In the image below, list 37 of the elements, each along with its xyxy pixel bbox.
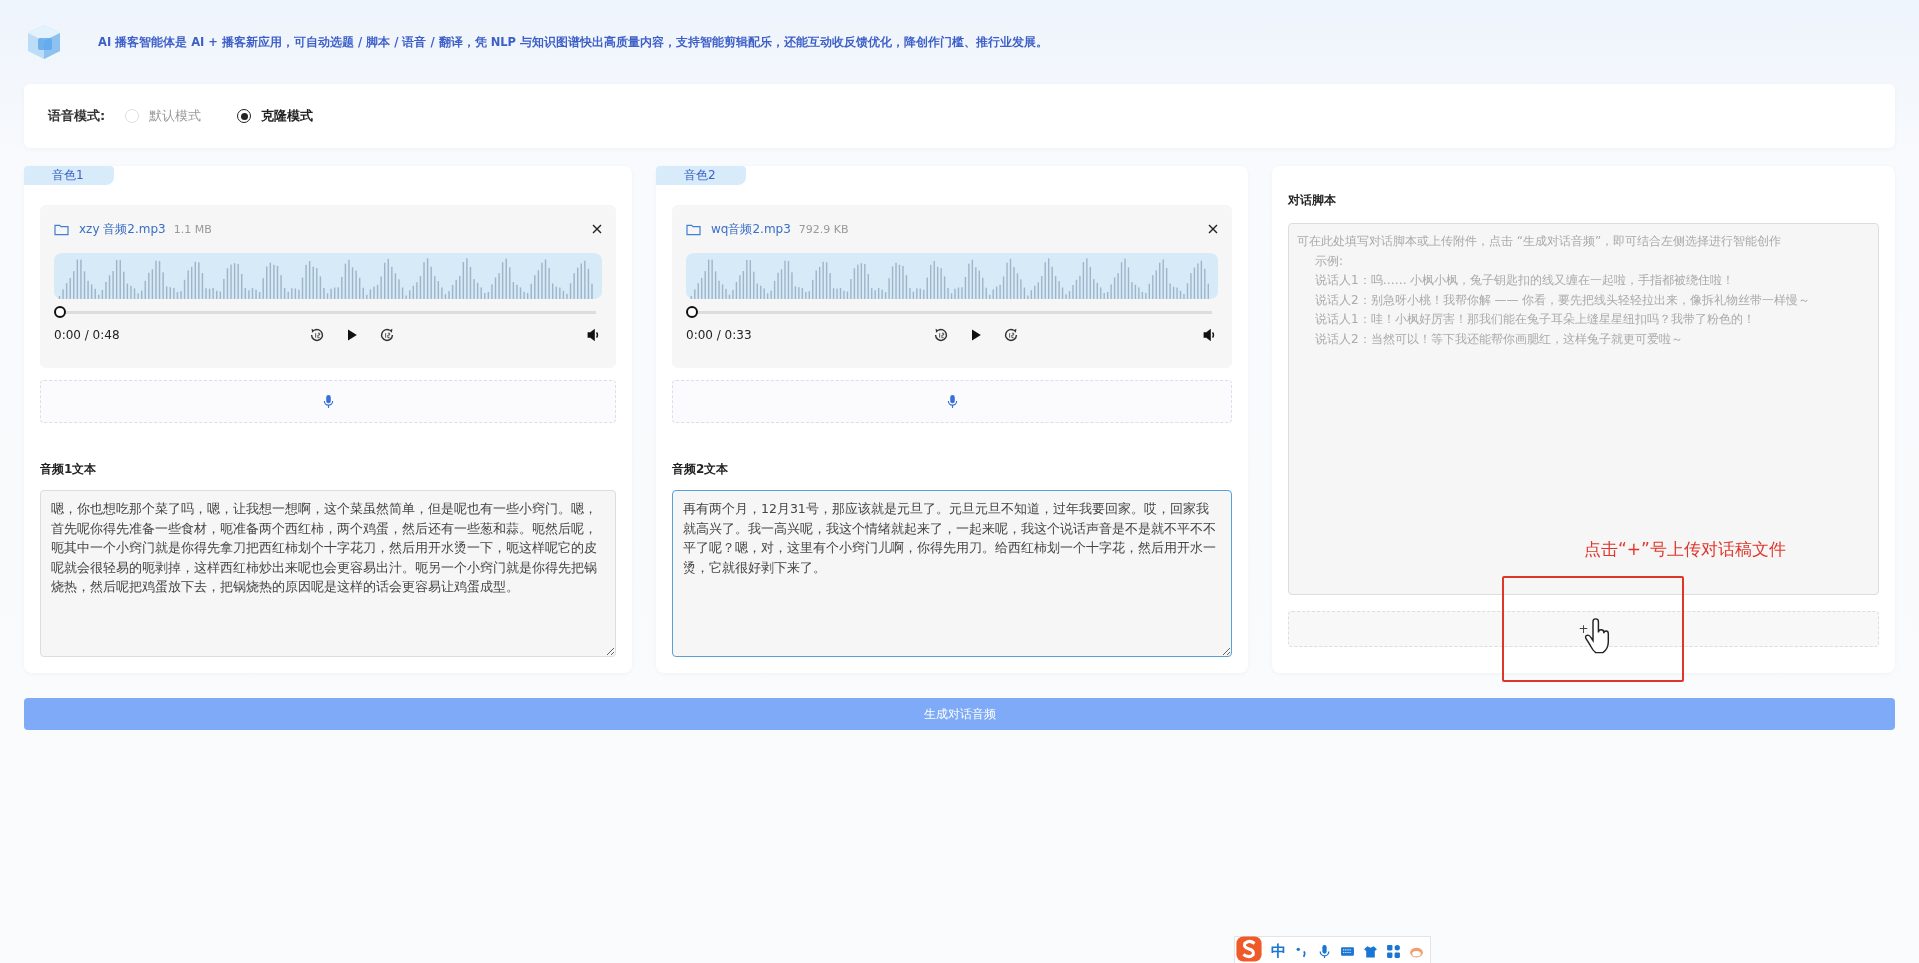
time-display: 0:00 / 0:33 — [686, 328, 752, 342]
placeholder-text: 说话人1：呜…… 小枫小枫，兔子钥匙扣的线又缠在一起啦，手指都被绕住啦！ — [1315, 272, 1735, 289]
radio-option[interactable]: 克隆模式 — [237, 107, 314, 125]
folder-icon — [54, 222, 69, 236]
file-size: 1.1 MB — [173, 222, 212, 236]
transcript-field[interactable]: 嗯，你也想吃那个菜了吗，嗯，让我想一想啊，这个菜虽然简单，但是呢也有一些小窍门。嗯，首先呢你得先准备一些食材，呃准备两个西红柿，两个鸡蛋，然后还有一些葱和蒜。呃然后呢，呃其中一个小窍门就是你得先拿刀把西红柿划个十字花刀，然后用开水烫一下，呃这样呢它的皮呢就会很轻易的呃剥掉，这样西红柿炒出来呢也会更容易出汁。呃另一个小窍门就是你得先把锅烧热，然后呢把鸡蛋放下去，把锅烧热的原因呢是这样的话会更容易让鸡蛋成型。 — [40, 490, 616, 657]
script-label: 对话脚本 — [1288, 192, 1337, 209]
folder-icon — [686, 222, 701, 236]
seek-thumb[interactable] — [54, 306, 66, 318]
file-name[interactable]: xzy 音频2.mp3 — [79, 220, 166, 238]
text-label: 音频2文本 — [672, 461, 730, 478]
radio-option[interactable]: 默认模式 — [125, 107, 202, 125]
ime-mode-toggle[interactable]: 中 — [1271, 941, 1286, 961]
intro-text: AI 播客智能体是 AI + 播客新应用，可自动选题 / 脚本 / 语音 / 翻译，凭 NLP 与知识图谱快出高质量内容，支持智能剪辑配乐，还能互动收反馈优化，降创作门槛、推行业发展。 — [98, 34, 1049, 50]
placeholder-text: 说话人2：别急呀小桃！我帮你解 —— 你看，要先把线头轻轻拉出来，像拆礼物丝带一样慢～ — [1315, 291, 1811, 309]
grid-icon[interactable] — [1386, 943, 1401, 959]
text-label: 音频1文本 — [40, 461, 98, 478]
file-name[interactable]: wq音频2.mp3 — [711, 220, 791, 238]
microphone-icon — [322, 394, 334, 409]
placeholder-text: 说话人2：当然可以！等下我还能帮你画腮红，这样兔子就更可爱啦～ — [1315, 330, 1683, 348]
ime-logo-icon[interactable] — [1235, 935, 1263, 963]
time-display: 0:00 / 0:48 — [54, 328, 120, 342]
annotation-text: 点击“+”号上传对话稿文件 — [1584, 538, 1786, 561]
radio-icon[interactable] — [237, 109, 252, 123]
placeholder-text: 示例: — [1315, 252, 1344, 270]
plus-text: + — [1578, 622, 1589, 636]
close-icon[interactable] — [1208, 224, 1218, 234]
seek-thumb[interactable] — [686, 306, 698, 318]
mode-label: 语音模式: — [48, 107, 106, 125]
shirt-icon[interactable] — [1363, 943, 1378, 959]
upload-dropzone[interactable]: + — [1288, 611, 1879, 647]
microphone-icon — [946, 394, 958, 409]
close-icon[interactable] — [592, 224, 602, 234]
microphone-icon[interactable] — [1317, 943, 1332, 959]
file-size: 792.9 KB — [798, 222, 849, 236]
transcript-field[interactable]: 再有两个月，12月31号，那应该就是元旦了。元旦元旦不知道，过年我要回家。哎，回家我就高兴了。我一高兴呢，我这个情绪就起来了，一起来呢，我这个说话声音是不是就不平不不平了呢？嗯，对，这里有个小窍门儿啊，你得先用刀。给西红柿划一个十字花，然后用开水一烫，它就很好剥下来了。 — [672, 490, 1232, 657]
placeholder-text: 可在此处填写对话脚本或上传附件，点击 “生成对话音频”，即可结合左侧选择进行智能创作 — [1297, 233, 1782, 250]
